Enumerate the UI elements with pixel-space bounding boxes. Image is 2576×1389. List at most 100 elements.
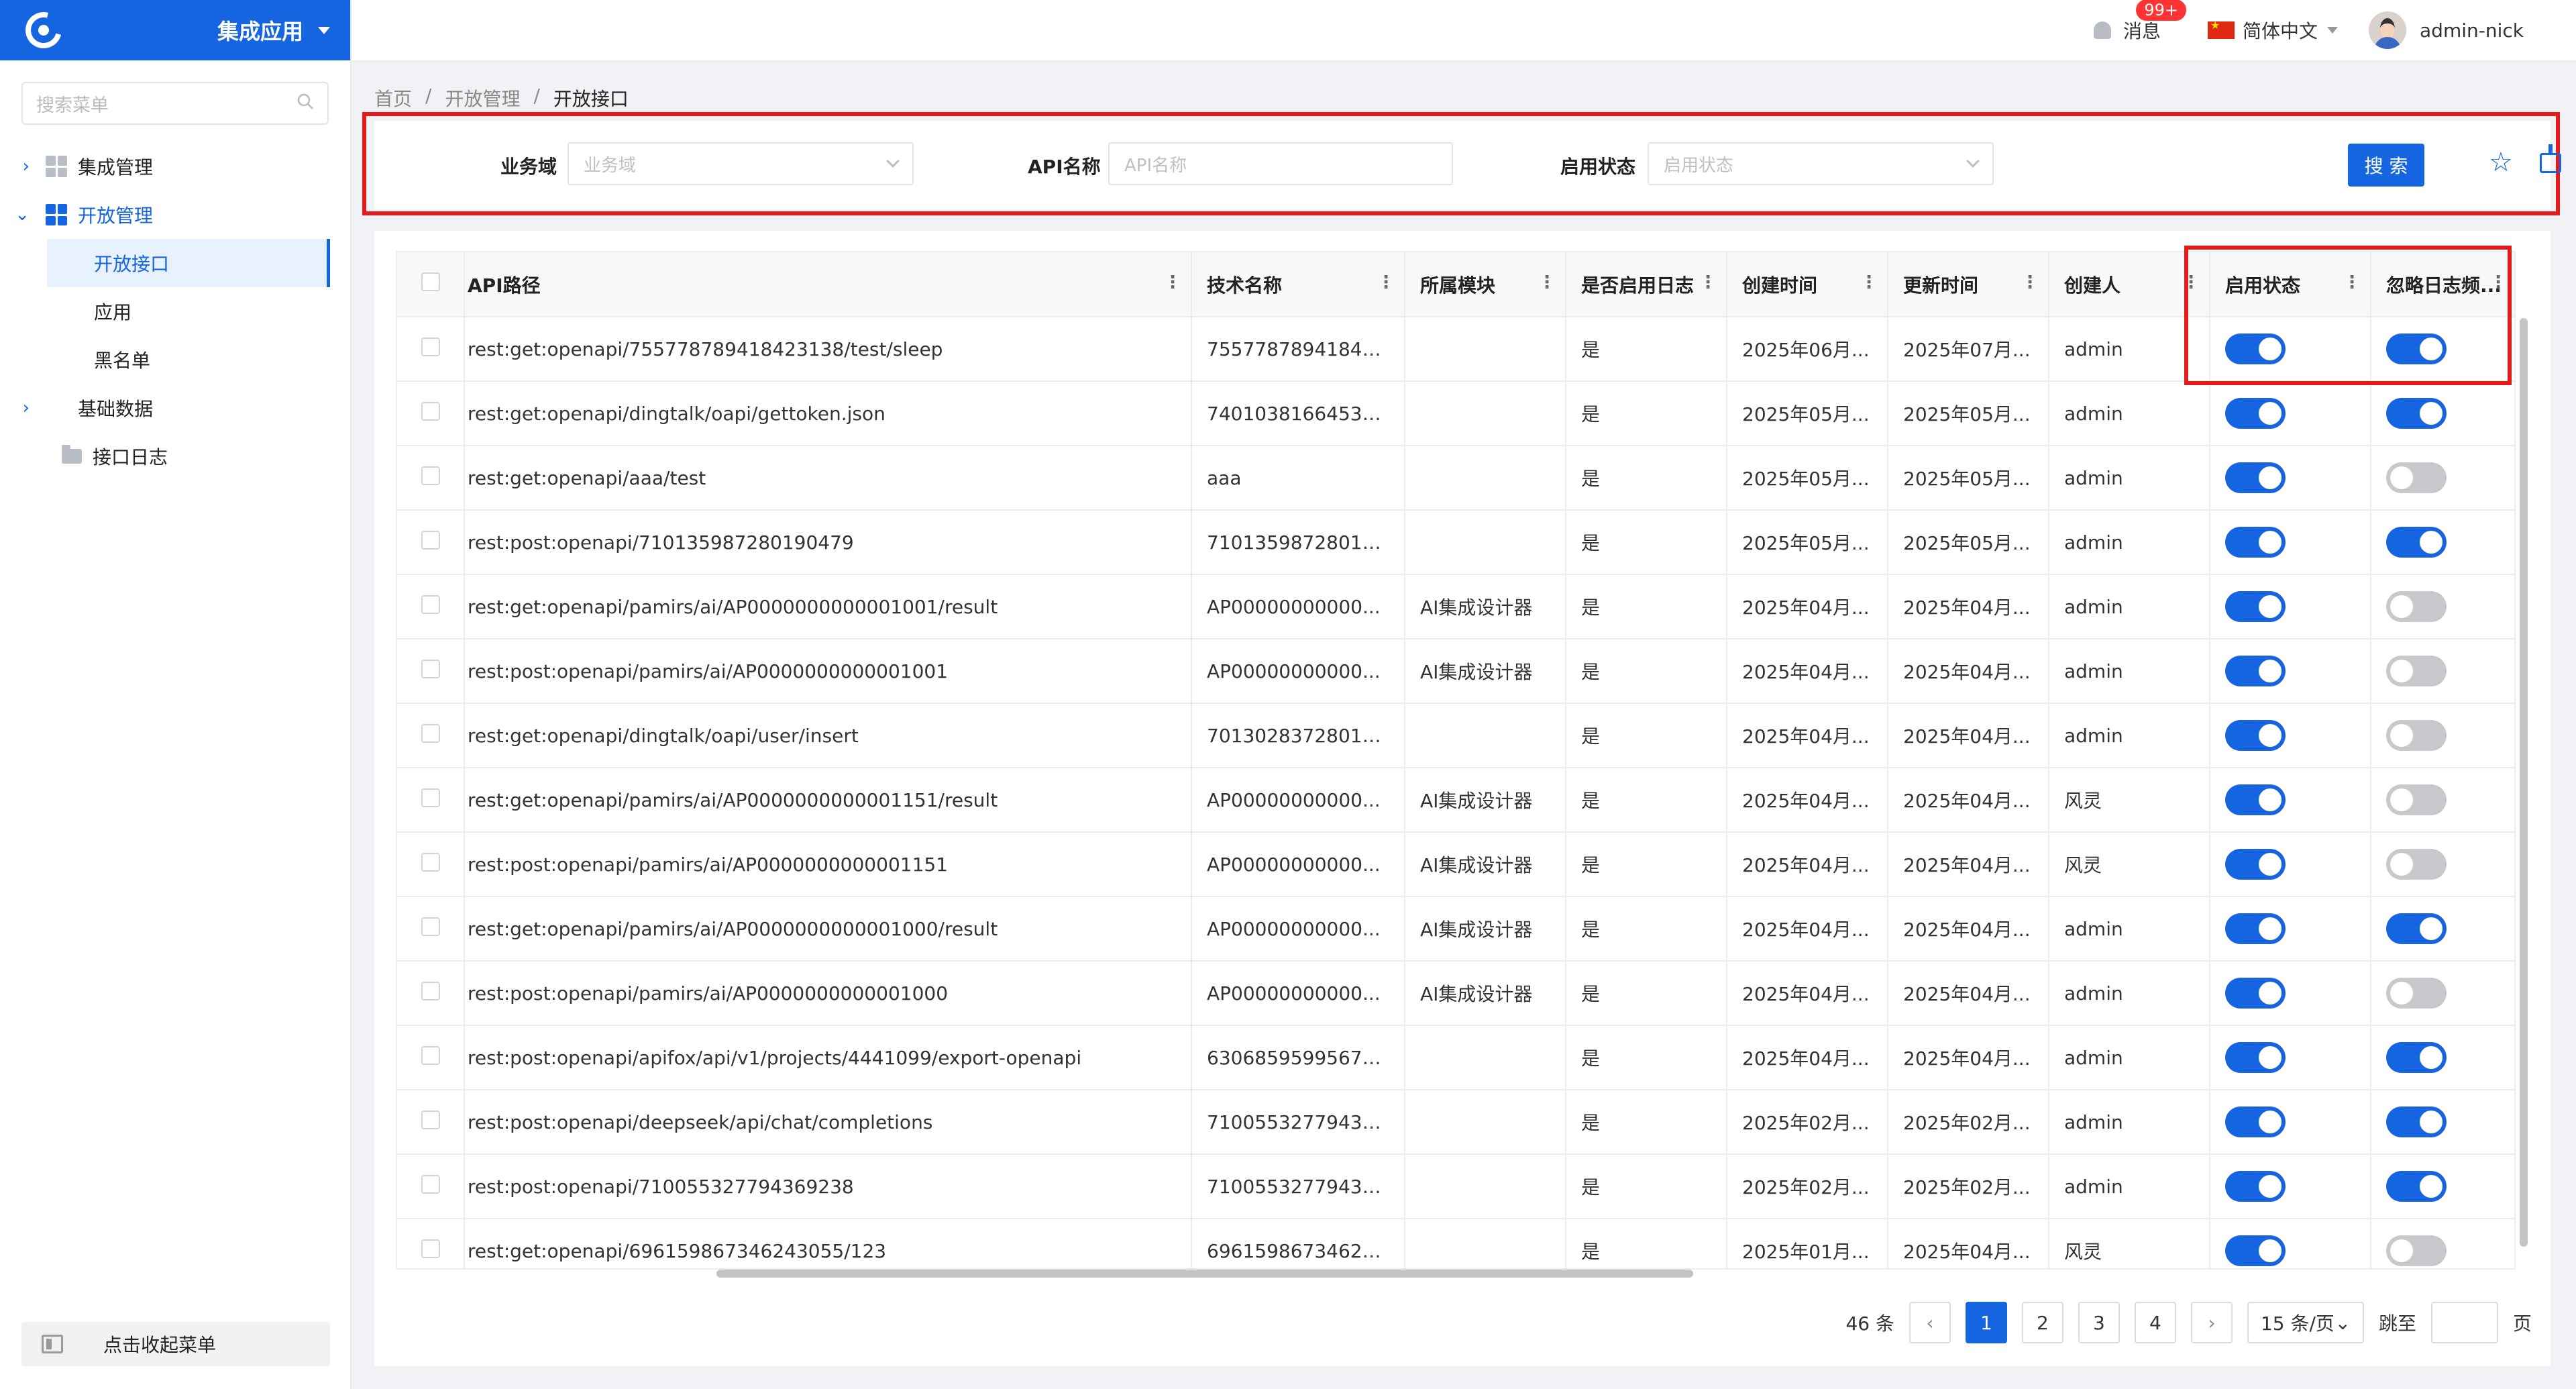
column-header-updated[interactable]: 更新时间 ⋮ [1888,252,2049,317]
row-checkbox[interactable] [421,595,440,614]
enabled-toggle[interactable] [2225,656,2286,686]
column-menu-icon[interactable]: ⋮ [1860,272,1878,293]
table-row[interactable]: rest:get:openapi/696159867346243055/123 6… [397,1219,2514,1268]
table-row[interactable]: rest:post:openapi/apifox/api/v1/projects… [397,1025,2514,1090]
page-button[interactable]: 1 [1965,1302,2007,1343]
enabled-toggle[interactable] [2225,527,2286,558]
column-menu-icon[interactable]: ⋮ [1377,272,1395,293]
jump-page-input[interactable] [2430,1302,2498,1343]
table-row[interactable]: rest:get:openapi/pamirs/ai/AP00000000000… [397,896,2514,962]
submenu-item-open-api[interactable]: 开放接口 [47,239,330,287]
column-header-created[interactable]: 创建时间 ⋮ [1727,252,1888,317]
row-checkbox[interactable] [421,917,440,936]
table-row[interactable]: rest:post:openapi/pamirs/ai/AP0000000000… [397,639,2514,704]
horizontal-scrollbar[interactable] [716,1270,1693,1278]
column-menu-icon[interactable]: ⋮ [1699,272,1717,293]
page-button[interactable]: 4 [2134,1302,2176,1343]
menu-item-basic-data[interactable]: › 基础数据 [0,384,350,432]
column-header-log-enabled[interactable]: 是否启用日志 ⋮ [1566,252,1727,317]
ignore-log-toggle[interactable] [2386,913,2447,944]
ignore-log-toggle[interactable] [2386,527,2447,558]
collapse-menu-button[interactable]: 点击收起菜单 [21,1322,330,1366]
enabled-toggle[interactable] [2225,1107,2286,1137]
table-row[interactable]: rest:post:openapi/deepseek/api/chat/comp… [397,1090,2514,1155]
row-checkbox[interactable] [421,1110,440,1129]
ignore-log-toggle[interactable] [2386,1042,2447,1073]
language-selector[interactable]: 简体中文 [2243,17,2318,44]
menu-item-api-log[interactable]: 接口日志 [0,432,350,480]
ignore-log-toggle[interactable] [2386,656,2447,686]
table-row[interactable]: rest:get:openapi/dingtalk/oapi/gettoken.… [397,381,2514,446]
vertical-scrollbar[interactable] [2520,318,2528,1247]
table-row[interactable]: rest:post:openapi/710055327794369238 7100… [397,1154,2514,1219]
ignore-log-toggle[interactable] [2386,849,2447,880]
enabled-toggle[interactable] [2225,1171,2286,1202]
domain-select[interactable]: 业务域 [568,142,914,185]
status-select[interactable]: 启用状态 [1648,142,1994,185]
select-all-checkbox[interactable] [421,272,440,291]
enabled-toggle[interactable] [2225,1235,2286,1266]
enabled-toggle[interactable] [2225,720,2286,751]
table-row[interactable]: rest:get:openapi/aaa/test aaa 是 2025年05月...… [397,446,2514,511]
column-menu-icon[interactable]: ⋮ [2021,272,2039,293]
search-button[interactable]: 搜 索 [2348,144,2424,187]
row-checkbox[interactable] [421,1045,440,1065]
table-row[interactable]: rest:get:openapi/dingtalk/oapi/user/inse… [397,703,2514,768]
ignore-log-toggle[interactable] [2386,1171,2447,1202]
enabled-toggle[interactable] [2225,784,2286,815]
row-checkbox[interactable] [421,466,440,485]
page-button[interactable]: 2 [2021,1302,2063,1343]
column-menu-icon[interactable]: ⋮ [1538,272,1556,293]
table-row[interactable]: rest:post:openapi/pamirs/ai/AP0000000000… [397,832,2514,897]
prev-page-button[interactable]: ‹ [1909,1302,1951,1343]
column-header-tech-name[interactable]: 技术名称 ⋮ [1191,252,1405,317]
enabled-toggle[interactable] [2225,462,2286,493]
enabled-toggle[interactable] [2225,591,2286,622]
ignore-log-toggle[interactable] [2386,1107,2447,1137]
ignore-log-toggle[interactable] [2386,1235,2447,1266]
row-checkbox[interactable] [421,659,440,678]
app-switcher[interactable]: 集成应用 [0,0,350,60]
menu-item-open-management[interactable]: ⌄ 开放管理 [0,191,350,239]
table-row[interactable]: rest:post:openapi/pamirs/ai/AP0000000000… [397,961,2514,1026]
enabled-toggle[interactable] [2225,913,2286,944]
ignore-log-toggle[interactable] [2386,462,2447,493]
username[interactable]: admin-nick [2420,19,2524,42]
row-checkbox[interactable] [421,788,440,807]
ignore-log-toggle[interactable] [2386,398,2447,429]
ignore-log-toggle[interactable] [2386,591,2447,622]
enabled-toggle[interactable] [2225,398,2286,429]
submenu-item-app[interactable]: 应用 [0,287,350,336]
column-menu-icon[interactable]: ⋮ [1164,272,1181,293]
avatar[interactable] [2369,11,2407,49]
breadcrumb-home[interactable]: 首页 [374,85,412,111]
column-header-module[interactable]: 所属模块 ⋮ [1405,252,1566,317]
table-row[interactable]: rest:post:openapi/710135987280190479 7101… [397,510,2514,575]
menu-item-integration[interactable]: › 集成管理 [0,142,350,191]
row-checkbox[interactable] [421,337,440,356]
row-checkbox[interactable] [421,981,440,1000]
row-checkbox[interactable] [421,401,440,421]
row-checkbox[interactable] [421,1174,440,1194]
ignore-log-toggle[interactable] [2386,720,2447,751]
table-row[interactable]: rest:get:openapi/pamirs/ai/AP00000000000… [397,574,2514,639]
menu-search-input[interactable]: 搜索菜单 [21,82,329,125]
page-button[interactable]: 3 [2078,1302,2120,1343]
api-name-input[interactable]: API名称 [1108,142,1453,185]
row-checkbox[interactable] [421,1239,440,1258]
caret-down-icon[interactable] [2327,27,2339,34]
export-icon[interactable] [2540,144,2561,173]
enabled-toggle[interactable] [2225,849,2286,880]
breadcrumb-open-management[interactable]: 开放管理 [445,85,520,111]
messages-link[interactable]: 消息 99+ [2123,0,2188,44]
row-checkbox[interactable] [421,530,440,550]
column-header-api-path[interactable]: API路径 ⋮ [464,252,1192,317]
enabled-toggle[interactable] [2225,978,2286,1009]
ignore-log-toggle[interactable] [2386,784,2447,815]
page-size-select[interactable]: 15 条/页 ⌄ [2247,1302,2364,1343]
row-checkbox[interactable] [421,723,440,743]
row-checkbox[interactable] [421,852,440,872]
bell-icon[interactable] [2093,21,2111,39]
table-row[interactable]: rest:get:openapi/pamirs/ai/AP00000000000… [397,768,2514,833]
next-page-button[interactable]: › [2190,1302,2233,1343]
